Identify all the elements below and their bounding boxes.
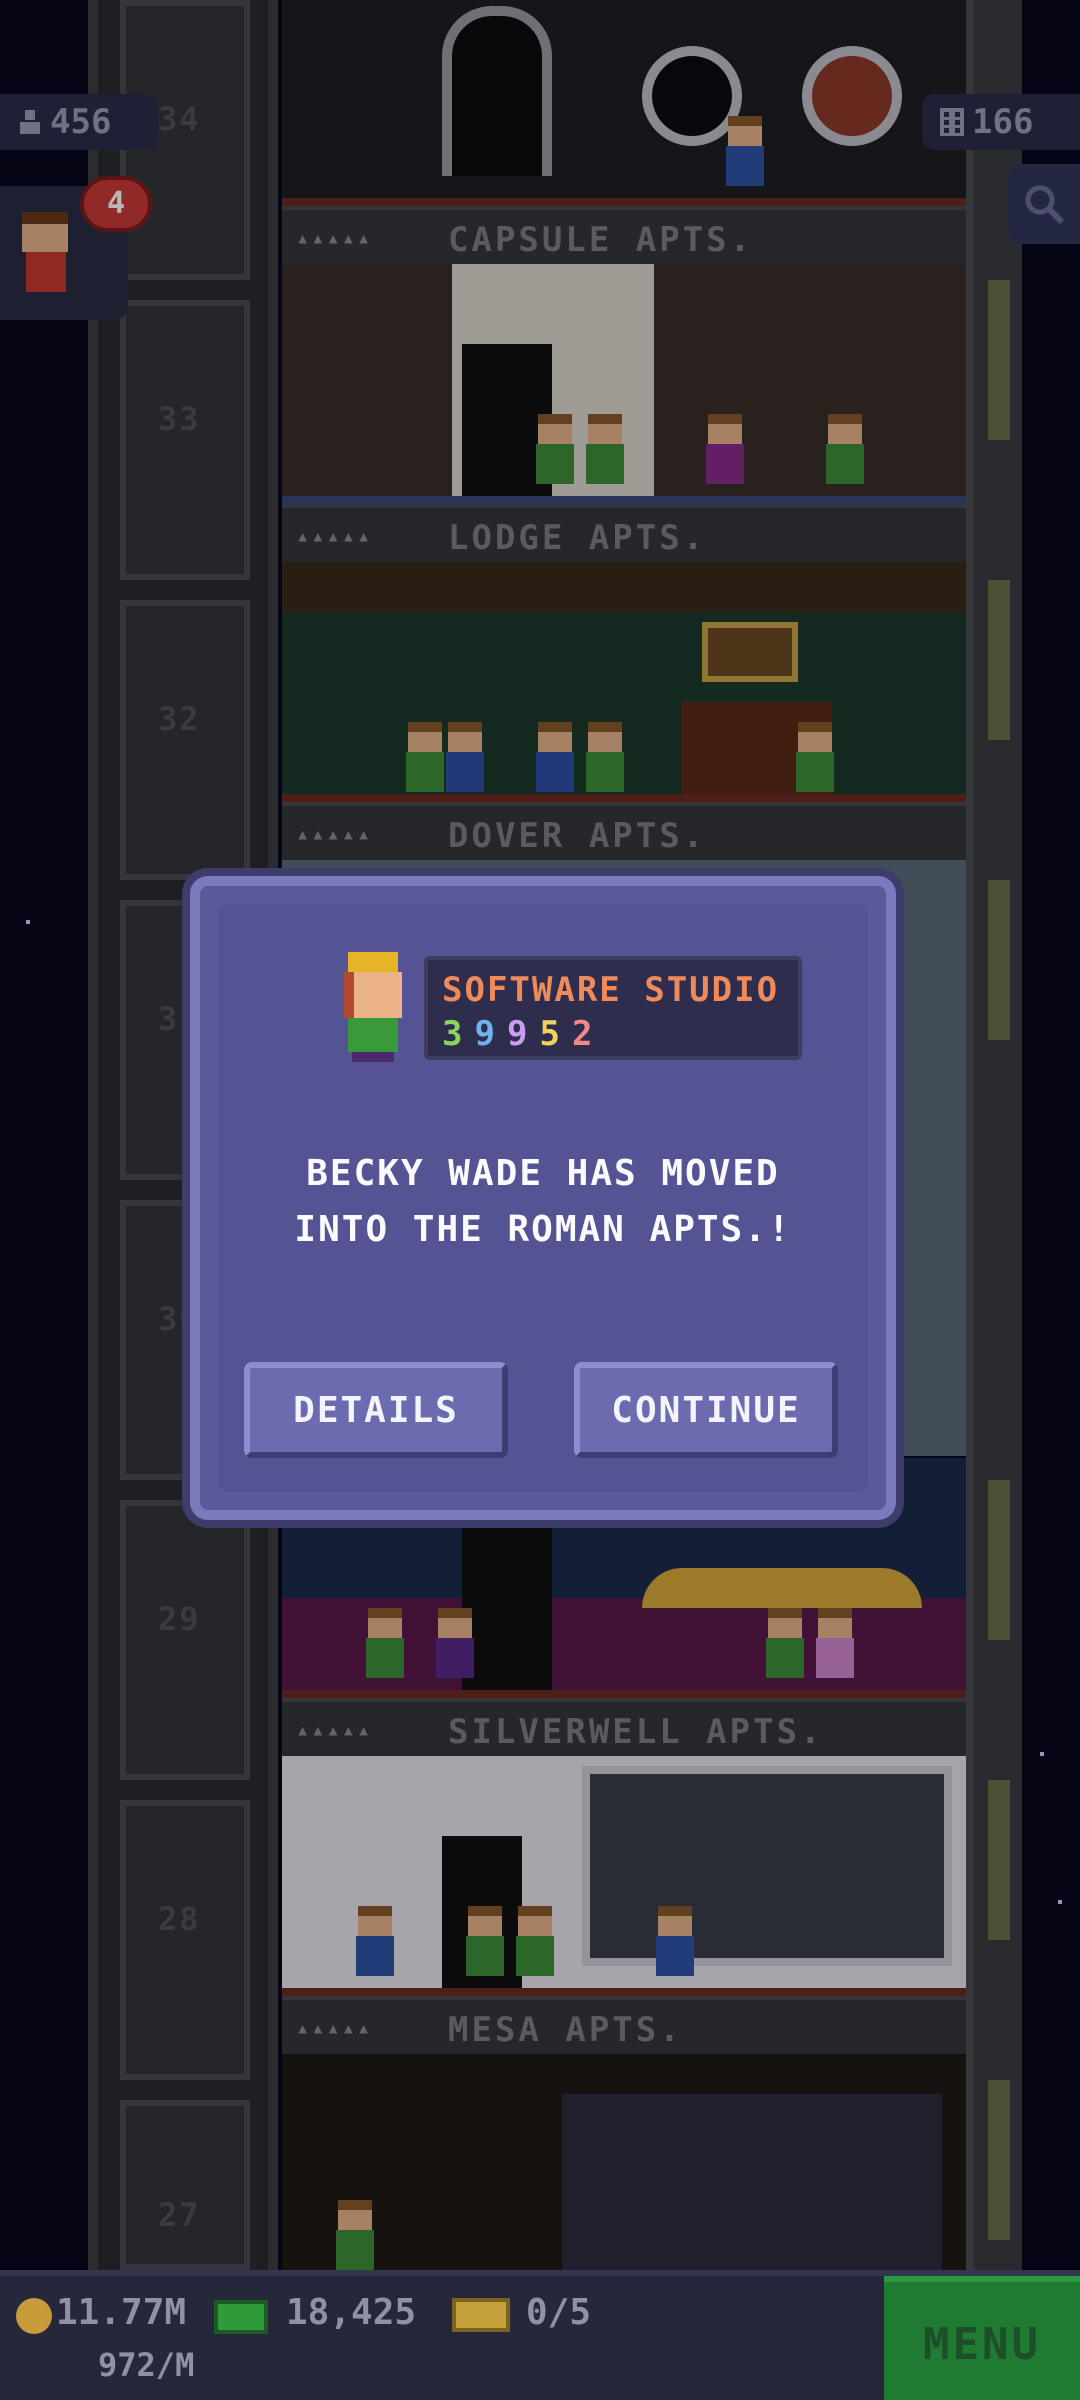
business-code-digit: 9 (474, 1014, 501, 1054)
business-code-digit: 2 (571, 1014, 599, 1054)
dialog-panel: SOFTWARE STUDIO 3 9 9 5 2 BECKY WADE HAS… (218, 904, 868, 1492)
details-button[interactable]: DETAILS (244, 1362, 508, 1458)
message-line: BECKY WADE HAS MOVED (306, 1153, 780, 1194)
business-code: 3 9 9 5 2 (442, 1014, 598, 1054)
business-info: SOFTWARE STUDIO 3 9 9 5 2 (424, 956, 802, 1060)
ticket-icon (452, 2298, 510, 2332)
coins-value: 11.77M (56, 2292, 187, 2333)
dialog-message: BECKY WADE HAS MOVED INTO THE ROMAN APTS… (238, 1146, 848, 1258)
tickets-value: 0/5 (526, 2292, 592, 2333)
menu-button[interactable]: MENU (884, 2276, 1080, 2400)
message-line: INTO THE ROMAN APTS.! (294, 1209, 792, 1250)
coin-rate: 972/M (98, 2346, 195, 2384)
business-code-digit: 5 (539, 1014, 566, 1054)
bux-icon (214, 2300, 268, 2334)
coin-icon (16, 2298, 52, 2334)
hardhat (348, 952, 398, 972)
avatar-face (344, 972, 402, 1018)
tenant-avatar (338, 952, 408, 1062)
business-code-digit: 3 (442, 1014, 469, 1054)
business-code-digit: 9 (506, 1014, 534, 1054)
bottom-status-bar: 11.77M 18,425 0/5 972/M MENU (0, 2270, 1080, 2400)
business-name: SOFTWARE STUDIO (442, 970, 780, 1010)
bux-value: 18,425 (286, 2292, 417, 2333)
move-in-dialog: SOFTWARE STUDIO 3 9 9 5 2 BECKY WADE HAS… (190, 876, 896, 1520)
continue-button[interactable]: CONTINUE (574, 1362, 838, 1458)
avatar-shirt (348, 1018, 398, 1052)
avatar-legs (352, 1052, 394, 1062)
